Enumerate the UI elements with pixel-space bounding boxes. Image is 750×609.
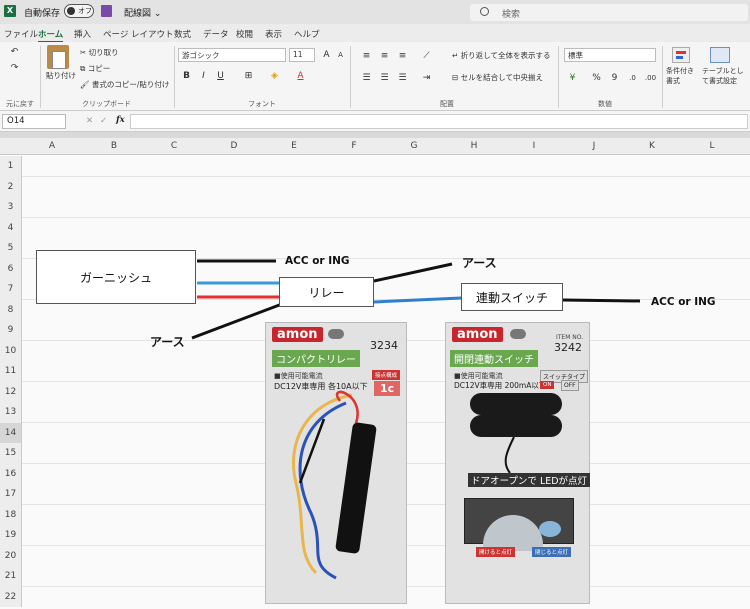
black-wire-ground-relay bbox=[373, 262, 453, 283]
switch-promo-text: ドアオープンで LEDが点灯 bbox=[468, 473, 591, 487]
relay-package-image: amon 3234 コンパクトリレー ■使用可能電流 DC12V車専用 各10A… bbox=[265, 322, 407, 604]
switch-tag-left: 開けると点灯 bbox=[476, 547, 516, 557]
relay-box[interactable]: リレー bbox=[279, 277, 374, 307]
black-wire-acc-switch bbox=[562, 298, 641, 303]
relay-wires-illustration bbox=[291, 390, 359, 580]
switch-package-image: amon ITEM NO. 3242 開閉連動スイッチ ■使用可能電流 DC12… bbox=[445, 322, 591, 604]
ground-label-1: アース bbox=[462, 256, 497, 270]
ground-label-2: アース bbox=[150, 335, 185, 349]
switch-wire-illustration bbox=[504, 436, 515, 474]
switch-tag-right: 閉じると点灯 bbox=[532, 547, 572, 557]
car-image-icon bbox=[483, 515, 543, 551]
acc-ing-label-2: ACC or ING bbox=[651, 296, 716, 308]
car-door-photo bbox=[464, 498, 574, 551]
blue-wire-switch bbox=[373, 296, 462, 304]
led-glow-icon bbox=[539, 521, 561, 537]
switch-box[interactable]: 連動スイッチ bbox=[461, 283, 563, 311]
acc-ing-label-1: ACC or ING bbox=[285, 255, 350, 267]
garnish-box[interactable]: ガーニッシュ bbox=[36, 250, 196, 304]
